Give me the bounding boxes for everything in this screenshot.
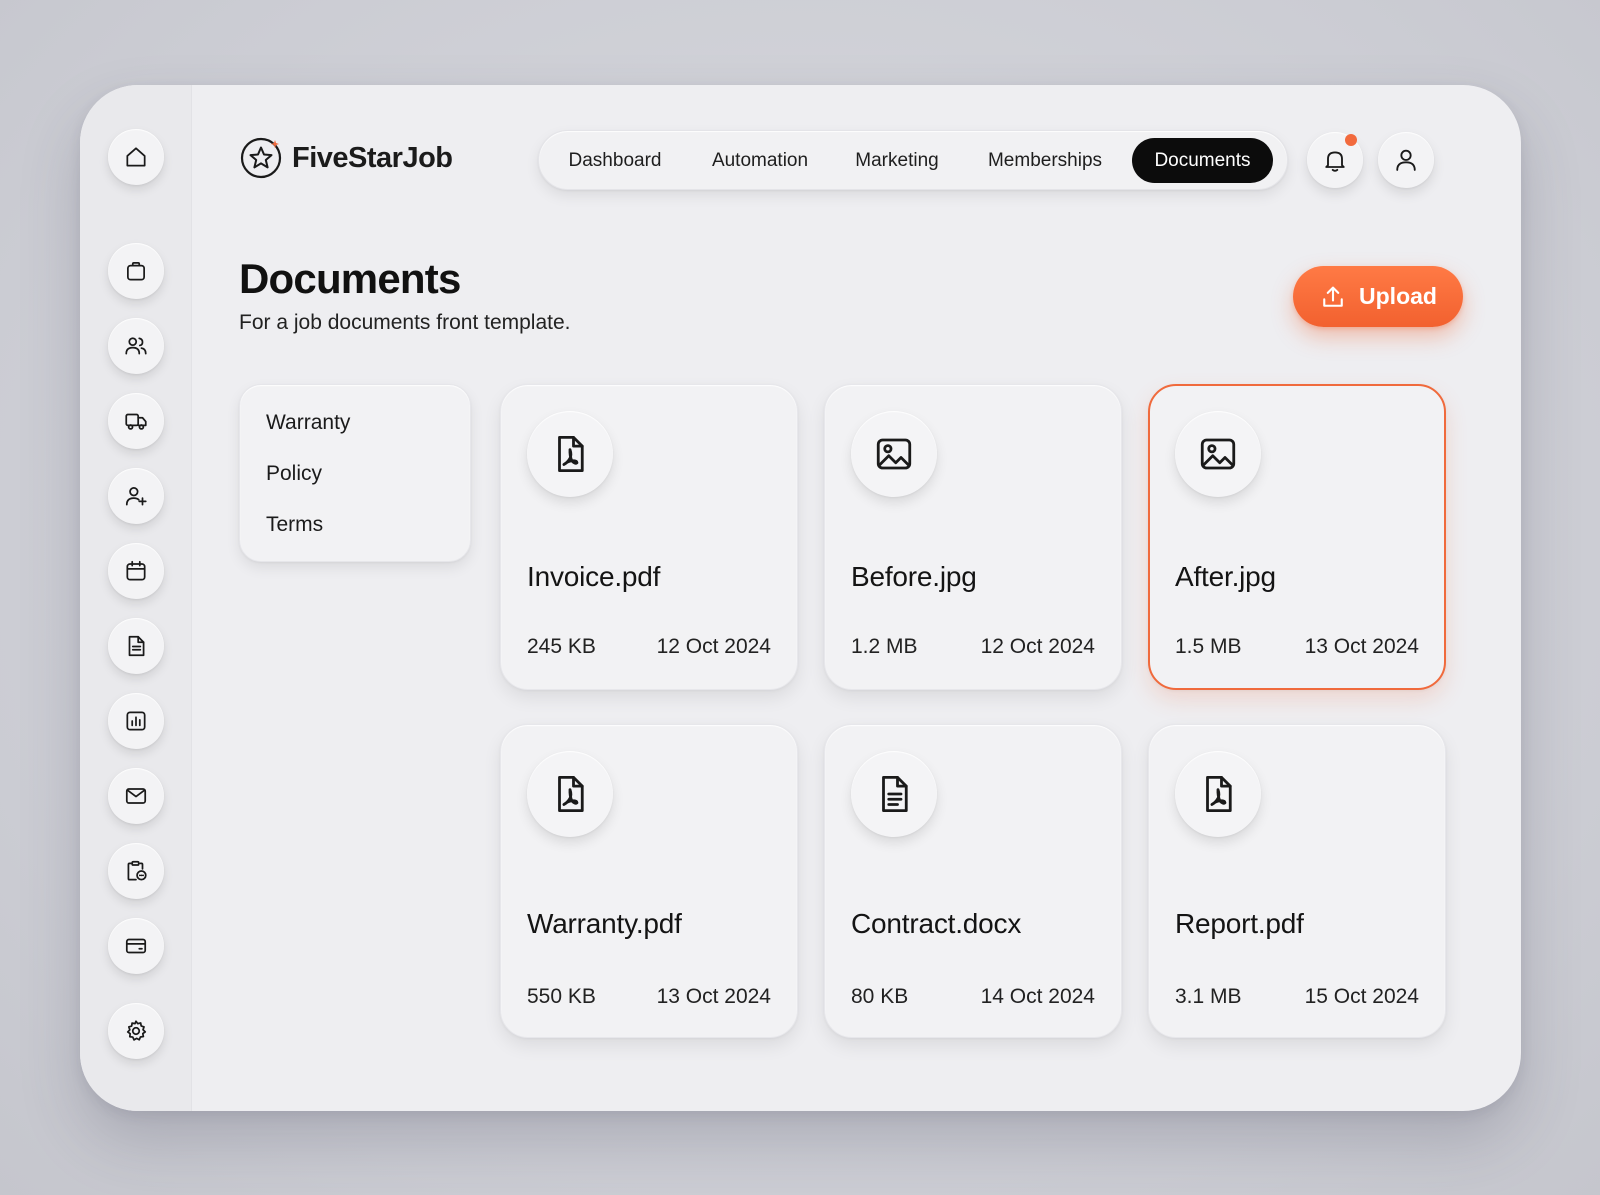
chart-icon	[126, 711, 146, 731]
app-logo[interactable]: FiveStarJob	[239, 136, 453, 180]
file-date: 13 Oct 2024	[1304, 635, 1419, 658]
truck-icon	[125, 413, 147, 430]
file-icon-badge	[851, 751, 937, 837]
file-icon-badge	[1175, 751, 1261, 837]
sidebar-add-user[interactable]	[108, 468, 164, 524]
document-card[interactable]: Contract.docx 80 KB 14 Oct 2024	[824, 724, 1122, 1038]
file-icon-badge	[1175, 411, 1261, 497]
sidebar-dispatch[interactable]	[108, 393, 164, 449]
user-icon	[1396, 149, 1416, 171]
profile-button[interactable]	[1378, 132, 1434, 188]
bell-icon	[1325, 151, 1345, 172]
sidebar-documents[interactable]	[108, 618, 164, 674]
file-size: 1.5 MB	[1175, 635, 1242, 658]
card-icon	[125, 938, 147, 954]
app-name: FiveStarJob	[292, 141, 453, 174]
sidebar-settings[interactable]	[108, 1003, 164, 1059]
document-card-selected[interactable]: After.jpg 1.5 MB 13 Oct 2024	[1148, 384, 1446, 690]
upload-label: Upload	[1359, 283, 1437, 309]
home-icon	[126, 147, 146, 167]
sidebar-tasks[interactable]	[108, 843, 164, 899]
page-subtitle: For a job documents front template.	[239, 311, 571, 334]
file-name: Invoice.pdf	[527, 561, 661, 592]
image-icon	[876, 438, 912, 470]
pdf-icon	[558, 775, 584, 813]
filter-policy[interactable]: Policy	[266, 462, 322, 486]
file-date: 13 Oct 2024	[656, 985, 771, 1008]
file-size: 550 KB	[527, 985, 596, 1008]
document-card[interactable]: Invoice.pdf 245 KB 12 Oct 2024	[500, 384, 798, 690]
notifications-button[interactable]	[1307, 132, 1363, 188]
nav-dashboard[interactable]: Dashboard	[553, 138, 677, 183]
category-filter: Warranty Policy Terms	[239, 384, 471, 562]
file-size: 245 KB	[527, 635, 596, 658]
file-date: 14 Oct 2024	[980, 985, 1095, 1008]
settings-icon	[126, 1020, 147, 1041]
file-icon-badge	[851, 411, 937, 497]
sidebar-calendar[interactable]	[108, 543, 164, 599]
doc-icon	[882, 775, 908, 813]
nav-memberships[interactable]: Memberships	[971, 138, 1119, 183]
document-icon	[128, 635, 145, 657]
file-date: 12 Oct 2024	[980, 635, 1095, 658]
filter-terms[interactable]: Terms	[266, 513, 323, 537]
sidebar-reports[interactable]	[108, 693, 164, 749]
clipboard-icon	[127, 860, 147, 881]
pdf-icon	[558, 435, 584, 473]
file-size: 1.2 MB	[851, 635, 918, 658]
user-plus-icon	[125, 487, 147, 506]
star-logo-icon	[240, 137, 282, 179]
users-icon	[125, 337, 147, 355]
file-size: 80 KB	[851, 985, 909, 1008]
document-card[interactable]: Before.jpg 1.2 MB 12 Oct 2024	[824, 384, 1122, 690]
calendar-icon	[126, 560, 146, 581]
file-name: Before.jpg	[851, 561, 977, 592]
upload-icon	[1323, 286, 1343, 307]
nav-automation[interactable]: Automation	[695, 138, 825, 183]
file-icon-badge	[527, 751, 613, 837]
top-nav: Dashboard Automation Marketing Membershi…	[538, 130, 1288, 190]
file-size: 3.1 MB	[1175, 985, 1242, 1008]
sidebar	[80, 85, 192, 1111]
file-name: Report.pdf	[1175, 908, 1304, 939]
image-icon	[1200, 438, 1236, 470]
page-title: Documents	[239, 255, 461, 302]
app-window: FiveStarJob Dashboard Automation Marketi…	[80, 85, 1521, 1111]
sidebar-payments[interactable]	[108, 918, 164, 974]
sidebar-jobs[interactable]	[108, 243, 164, 299]
sidebar-customers[interactable]	[108, 318, 164, 374]
notification-dot	[1345, 134, 1357, 146]
nav-documents[interactable]: Documents	[1132, 138, 1273, 183]
file-date: 12 Oct 2024	[656, 635, 771, 658]
sidebar-home[interactable]	[108, 129, 164, 185]
briefcase-icon	[127, 262, 145, 281]
file-name: Warranty.pdf	[527, 908, 682, 939]
file-name: After.jpg	[1175, 561, 1276, 592]
pdf-icon	[1206, 775, 1232, 813]
document-card[interactable]: Report.pdf 3.1 MB 15 Oct 2024	[1148, 724, 1446, 1038]
sidebar-messages[interactable]	[108, 768, 164, 824]
filter-warranty[interactable]: Warranty	[266, 411, 350, 435]
file-icon-badge	[527, 411, 613, 497]
mail-icon	[125, 788, 147, 804]
document-card[interactable]: Warranty.pdf 550 KB 13 Oct 2024	[500, 724, 798, 1038]
file-name: Contract.docx	[851, 908, 1022, 939]
file-date: 15 Oct 2024	[1304, 985, 1419, 1008]
nav-marketing[interactable]: Marketing	[841, 138, 953, 183]
upload-button[interactable]: Upload	[1293, 266, 1463, 327]
